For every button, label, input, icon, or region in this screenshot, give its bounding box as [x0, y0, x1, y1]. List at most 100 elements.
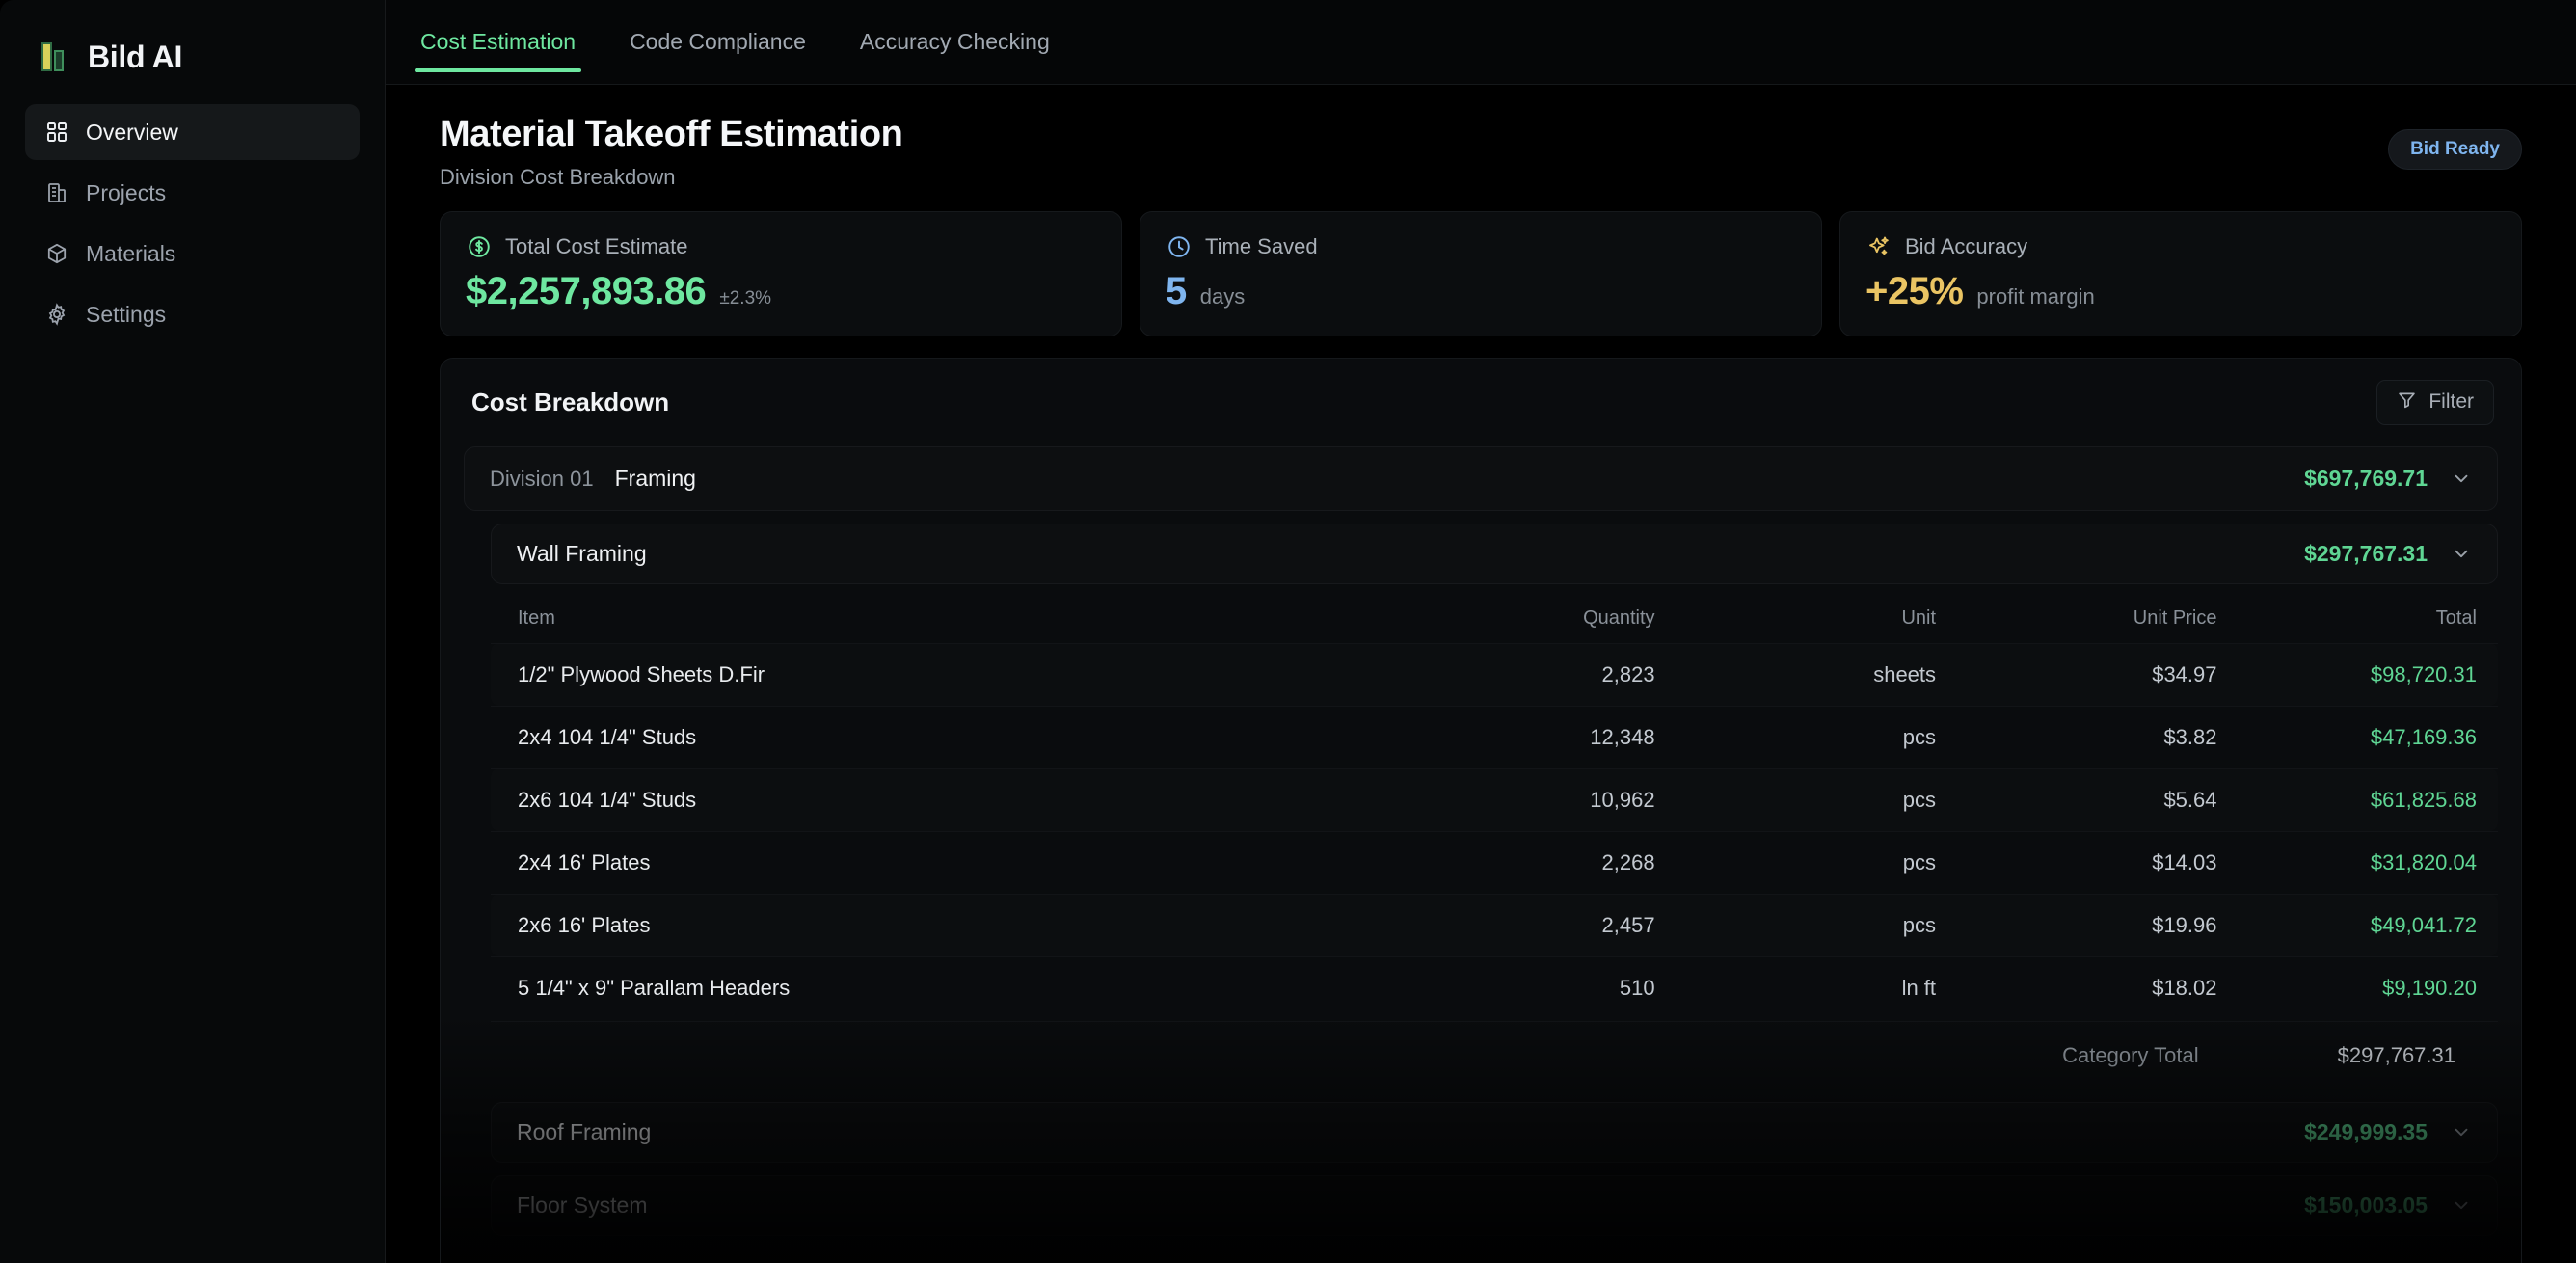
table-row[interactable]: 2x4 16' Plates 2,268 pcs $14.03 $31,820.… — [491, 830, 2498, 894]
cell-total: $9,190.20 — [2216, 955, 2498, 1019]
category-row-roof-framing[interactable]: Roof Framing $249,999.35 — [491, 1101, 2498, 1163]
category-total-label: Category Total — [2062, 1042, 2199, 1067]
category-total-row: Category Total $297,767.31 — [491, 1020, 2498, 1089]
category-amount: $297,767.31 — [2304, 540, 2428, 566]
cell-unit: pcs — [1654, 893, 1937, 956]
chevron-down-icon[interactable] — [2451, 1121, 2472, 1142]
clock-icon — [1166, 233, 1193, 260]
sidebar-item-settings[interactable]: Settings — [25, 286, 360, 342]
cell-total: $49,041.72 — [2216, 893, 2498, 956]
page-content: Material Takeoff Estimation Division Cos… — [386, 85, 2576, 1263]
category-row-floor-system[interactable]: Floor System $150,003.05 — [491, 1174, 2498, 1236]
cell-unit-price: $19.96 — [1936, 893, 2217, 956]
cell-item: 2x6 16' Plates — [491, 893, 1334, 956]
tab-active-underline — [415, 68, 582, 72]
filter-label: Filter — [2428, 390, 2474, 413]
column-header-quantity: Quantity — [1583, 606, 1655, 629]
cell-quantity: 12,348 — [1333, 705, 1655, 768]
grid-icon — [44, 120, 69, 145]
table-row[interactable]: 2x4 104 1/4" Studs 12,348 pcs $3.82 $47,… — [491, 705, 2498, 768]
tab-code-compliance[interactable]: Code Compliance — [603, 0, 833, 84]
sidebar-item-label: Settings — [86, 301, 167, 327]
cell-quantity: 2,268 — [1333, 830, 1655, 894]
brand: Bild AI — [25, 29, 360, 81]
stat-card-header: Bid Accuracy — [1865, 233, 2496, 260]
division-name: Framing — [614, 465, 696, 491]
category-name: Wall Framing — [517, 540, 647, 566]
division-label-group: Division 01 Framing — [490, 466, 696, 492]
stat-label: Bid Accuracy — [1905, 233, 2028, 258]
stat-value: +25% — [1865, 269, 1964, 312]
chevron-down-icon[interactable] — [2451, 543, 2472, 564]
tab-label: Accuracy Checking — [859, 29, 1050, 54]
chevron-down-icon[interactable] — [2451, 1195, 2472, 1216]
cell-unit: ln ft — [1654, 955, 1937, 1019]
box-icon — [44, 241, 69, 266]
cell-item: 1/2" Plywood Sheets D.Fir — [491, 642, 1334, 706]
stat-card-body: $2,257,893.86 ±2.3% — [466, 270, 1096, 312]
category-value-group: $297,767.31 — [2304, 541, 2472, 567]
column-header-unit: Unit — [1901, 606, 1937, 629]
cell-item: 2x4 16' Plates — [491, 830, 1334, 894]
sparkles-icon — [1865, 233, 1892, 260]
division-amount: $697,769.71 — [2304, 465, 2428, 491]
tab-cost-estimation[interactable]: Cost Estimation — [393, 0, 603, 84]
table-row[interactable]: 2x6 16' Plates 2,457 pcs $19.96 $49,041.… — [491, 893, 2498, 956]
division-value-group: $697,769.71 — [2304, 466, 2472, 492]
sidebar-item-projects[interactable]: Projects — [25, 165, 360, 221]
tab-accuracy-checking[interactable]: Accuracy Checking — [833, 0, 1077, 84]
stat-label: Total Cost Estimate — [505, 233, 688, 258]
cell-unit: sheets — [1654, 642, 1937, 706]
column-header-item: Item — [518, 606, 555, 629]
category-row-wall-framing[interactable]: Wall Framing $297,767.31 — [491, 523, 2498, 584]
items-table-head: Item Quantity Unit Unit Price Total — [491, 590, 2498, 644]
cell-quantity: 10,962 — [1333, 767, 1655, 831]
filter-button[interactable]: Filter — [2376, 379, 2494, 425]
stat-card-header: Time Saved — [1166, 233, 1796, 260]
sidebar-item-materials[interactable]: Materials — [25, 226, 360, 282]
table-row[interactable]: 2x6 104 1/4" Studs 10,962 pcs $5.64 $61,… — [491, 767, 2498, 831]
table-row[interactable]: 5 1/4" x 9" Parallam Headers 510 ln ft $… — [491, 955, 2498, 1019]
table-row[interactable]: 1/2" Plywood Sheets D.Fir 2,823 sheets $… — [491, 642, 2498, 706]
chevron-down-icon[interactable] — [2451, 468, 2472, 489]
cell-unit-price: $34.97 — [1936, 642, 2217, 706]
sidebar: Bild AI Overview Projects Materials Sett… — [0, 0, 386, 1263]
items-table: Item Quantity Unit Unit Price Total 1/2"… — [491, 590, 2498, 1019]
category-value-group: $249,999.35 — [2304, 1119, 2472, 1145]
cell-unit-price: $18.02 — [1936, 955, 2217, 1019]
building-logo-icon — [39, 39, 71, 75]
category-name: Floor System — [517, 1192, 648, 1218]
sidebar-item-label: Materials — [86, 240, 176, 266]
stat-value: 5 — [1166, 269, 1187, 312]
stat-card-body: +25% profit margin — [1865, 270, 2496, 312]
stat-card-body: 5 days — [1166, 270, 1796, 312]
sidebar-item-overview[interactable]: Overview — [25, 104, 360, 160]
cell-total: $31,820.04 — [2216, 830, 2498, 894]
division-row-framing[interactable]: Division 01 Framing $697,769.71 — [464, 445, 2498, 511]
cell-total: $98,720.31 — [2216, 642, 2498, 706]
category-name: Roof Framing — [517, 1118, 652, 1144]
stat-card-bid-accuracy: Bid Accuracy +25% profit margin — [1839, 210, 2522, 336]
panel-title: Cost Breakdown — [471, 387, 670, 417]
category-section: Wall Framing $297,767.31 Item Quantity U… — [491, 523, 2498, 1236]
sidebar-item-label: Overview — [86, 119, 178, 145]
cell-item: 5 1/4" x 9" Parallam Headers — [491, 955, 1334, 1019]
column-header-total: Total — [2435, 606, 2477, 629]
tab-label: Cost Estimation — [420, 29, 577, 54]
cell-total: $61,825.68 — [2216, 767, 2498, 831]
stat-note: days — [1199, 283, 1246, 309]
cell-unit: pcs — [1654, 767, 1937, 831]
filter-icon — [2397, 390, 2417, 416]
category-value-group: $150,003.05 — [2304, 1193, 2472, 1219]
tab-label: Code Compliance — [630, 29, 806, 54]
page-header: Material Takeoff Estimation Division Cos… — [440, 112, 2522, 190]
category-amount: $150,003.05 — [2304, 1192, 2428, 1218]
dollar-circle-icon — [466, 233, 493, 260]
sidebar-nav: Overview Projects Materials Settings — [25, 104, 360, 342]
cell-unit-price: $5.64 — [1936, 767, 2217, 831]
cell-unit: pcs — [1654, 705, 1937, 768]
stat-card-header: Total Cost Estimate — [466, 233, 1096, 260]
brand-name: Bild AI — [88, 39, 183, 74]
page-subtitle: Division Cost Breakdown — [440, 164, 676, 189]
cell-quantity: 2,823 — [1333, 642, 1655, 706]
